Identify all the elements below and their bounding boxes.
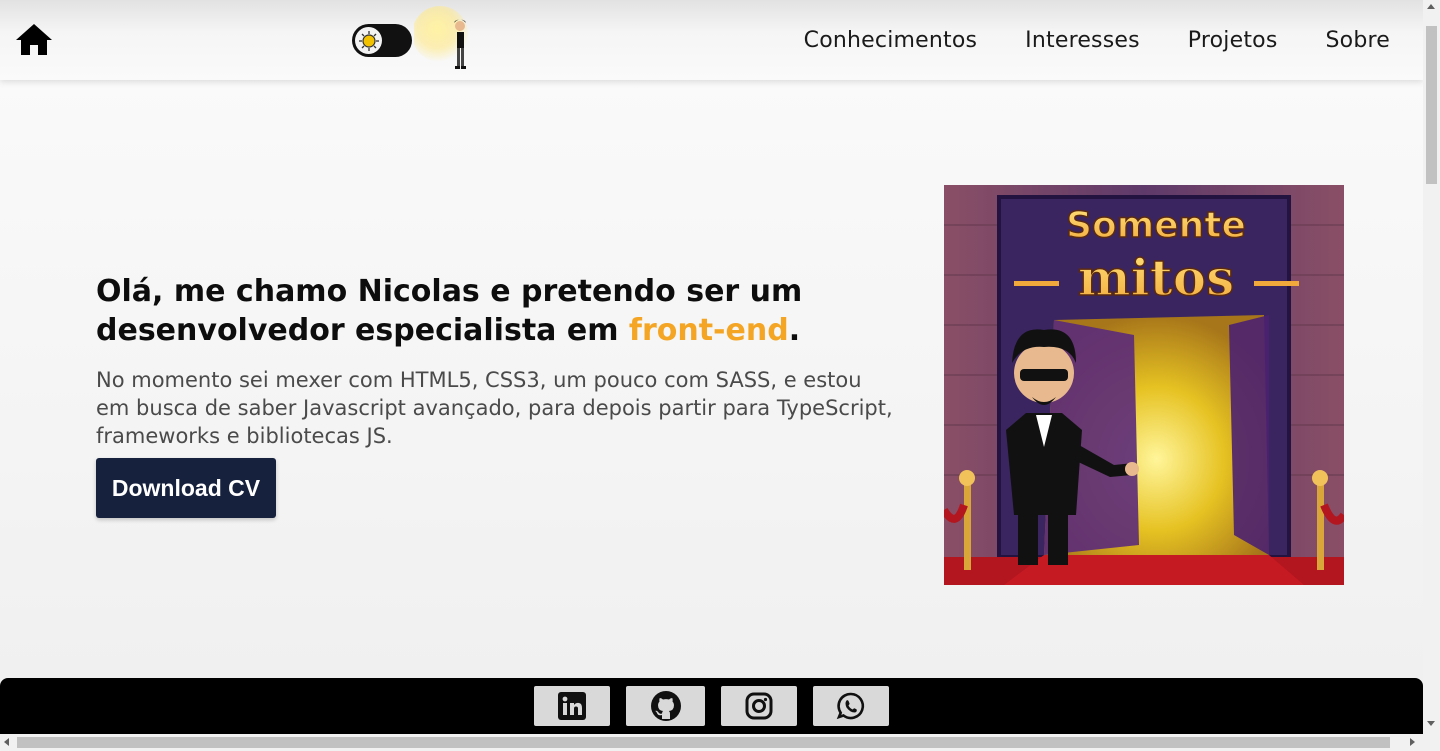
vertical-scroll-thumb[interactable] — [1426, 26, 1437, 184]
main-nav: Conhecimentos Interesses Projetos Sobre — [804, 0, 1390, 80]
theme-toggle[interactable] — [352, 24, 412, 57]
avatar — [414, 6, 468, 69]
nav-item-projetos[interactable]: Projetos — [1188, 28, 1278, 53]
header: Conhecimentos Interesses Projetos Sobre — [0, 0, 1423, 80]
linkedin-icon[interactable] — [534, 686, 610, 726]
scroll-down-icon[interactable] — [1427, 721, 1435, 726]
nav-item-conhecimentos[interactable]: Conhecimentos — [804, 28, 978, 53]
scroll-up-icon[interactable] — [1427, 4, 1435, 9]
svg-text:Somente: Somente — [1066, 205, 1246, 246]
github-icon[interactable] — [626, 686, 705, 726]
scroll-left-icon[interactable] — [4, 738, 9, 746]
instagram-icon[interactable] — [721, 686, 797, 726]
sun-icon — [355, 27, 382, 54]
nav-item-interesses[interactable]: Interesses — [1025, 28, 1140, 53]
hero-description: No momento sei mexer com HTML5, CSS3, um… — [96, 368, 893, 448]
hero-title: Olá, me chamo Nicolas e pretendo ser um … — [96, 274, 803, 348]
footer — [0, 678, 1423, 738]
home-icon[interactable] — [14, 20, 54, 60]
title-accent: front-end — [628, 313, 789, 348]
scroll-right-icon[interactable] — [1410, 738, 1415, 746]
nav-item-sobre[interactable]: Sobre — [1326, 28, 1391, 53]
horizontal-scroll-thumb[interactable] — [17, 737, 1390, 748]
svg-text:mitos: mitos — [1078, 248, 1235, 307]
hero-image: Somente mitos — [944, 185, 1344, 585]
download-cv-button[interactable]: Download CV — [96, 458, 276, 518]
whatsapp-icon[interactable] — [813, 686, 889, 726]
horizontal-scrollbar[interactable] — [0, 734, 1423, 751]
vertical-scrollbar[interactable] — [1423, 0, 1440, 751]
